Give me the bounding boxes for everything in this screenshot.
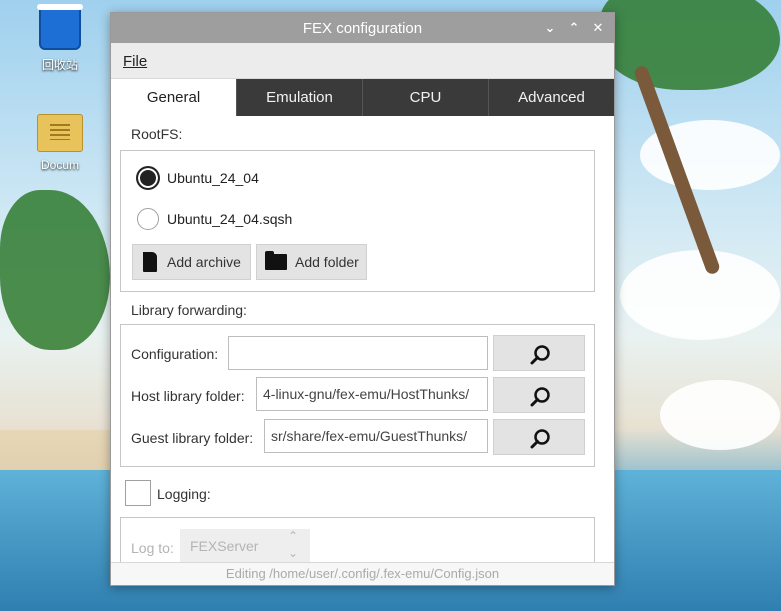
menu-file-label: File: [123, 53, 148, 70]
logging-label: Logging:: [157, 486, 211, 502]
palm-leaves: [0, 190, 110, 350]
tab-general[interactable]: General: [111, 79, 236, 116]
search-icon: [530, 345, 550, 365]
log-to-select[interactable]: FEXServer ⌃ ⌄: [180, 529, 310, 563]
add-folder-label: Add folder: [295, 254, 359, 270]
rootfs-option-ubuntu-sqsh[interactable]: Ubuntu_24_04.sqsh: [137, 208, 292, 230]
library-forwarding-group: Configuration: Host library folder: 4-li…: [120, 324, 595, 467]
folder-icon: [265, 251, 287, 270]
add-folder-button[interactable]: Add folder: [256, 244, 367, 280]
guest-library-browse-button[interactable]: [493, 419, 585, 455]
desktop-icon-label: 回收站: [41, 58, 78, 72]
maximize-button[interactable]: ⌃: [565, 19, 583, 37]
guest-library-label: Guest library folder:: [131, 430, 254, 446]
rootfs-option-ubuntu[interactable]: Ubuntu_24_04: [137, 167, 259, 189]
radio-checked-icon[interactable]: [137, 167, 159, 189]
document-icon: [143, 252, 157, 272]
menu-bar: [111, 43, 614, 79]
tab-emulation[interactable]: Emulation: [236, 79, 362, 116]
status-bar: Editing /home/user/.config/.fex-emu/Conf…: [111, 562, 614, 585]
host-library-browse-button[interactable]: [493, 377, 585, 413]
cloud: [620, 250, 780, 340]
logging-checkbox[interactable]: [125, 480, 151, 506]
rootfs-group: Ubuntu_24_04 Ubuntu_24_04.sqsh Add archi…: [120, 150, 595, 292]
tab-advanced[interactable]: Advanced: [488, 79, 614, 116]
add-archive-label: Add archive: [167, 254, 241, 270]
menu-file[interactable]: File: [123, 53, 147, 70]
library-forwarding-label: Library forwarding:: [131, 302, 247, 318]
desktop-icon-documents[interactable]: Docum: [20, 114, 100, 172]
cloud: [660, 380, 780, 450]
rootfs-option-label: Ubuntu_24_04.sqsh: [167, 211, 293, 227]
host-library-input[interactable]: 4-linux-gnu/fex-emu/HostThunks/: [256, 377, 488, 411]
updown-chevron-icon: ⌃ ⌄: [287, 529, 298, 560]
radio-unchecked-icon[interactable]: [137, 208, 159, 230]
host-library-label: Host library folder:: [131, 388, 245, 404]
add-archive-button[interactable]: Add archive: [132, 244, 251, 280]
window-title: FEX configuration: [302, 20, 423, 37]
desktop-icon-label: Docum: [40, 158, 79, 172]
trash-icon: [37, 4, 83, 50]
search-icon: [530, 429, 550, 449]
fex-config-window: FEX configuration ⌄ ⌃ ✕ File General Emu…: [110, 12, 615, 586]
rootfs-label: RootFS:: [131, 126, 183, 142]
log-to-value: FEXServer: [190, 538, 259, 554]
log-to-label: Log to:: [131, 540, 174, 556]
guest-library-input[interactable]: sr/share/fex-emu/GuestThunks/: [264, 419, 488, 453]
minimize-button[interactable]: ⌄: [541, 19, 559, 37]
folder-icon: [37, 114, 83, 152]
tab-cpu[interactable]: CPU: [362, 79, 488, 116]
palm-leaves: [600, 0, 780, 90]
tab-bar: General Emulation CPU Advanced: [111, 79, 614, 116]
configuration-browse-button[interactable]: [493, 335, 585, 371]
close-button[interactable]: ✕: [589, 19, 607, 37]
rootfs-option-label: Ubuntu_24_04: [167, 170, 259, 186]
desktop-icon-trash[interactable]: 回收站: [20, 4, 100, 73]
search-icon: [530, 387, 550, 407]
title-bar[interactable]: FEX configuration ⌄ ⌃ ✕: [111, 13, 614, 43]
configuration-label: Configuration:: [131, 346, 219, 362]
configuration-input[interactable]: [228, 336, 488, 370]
